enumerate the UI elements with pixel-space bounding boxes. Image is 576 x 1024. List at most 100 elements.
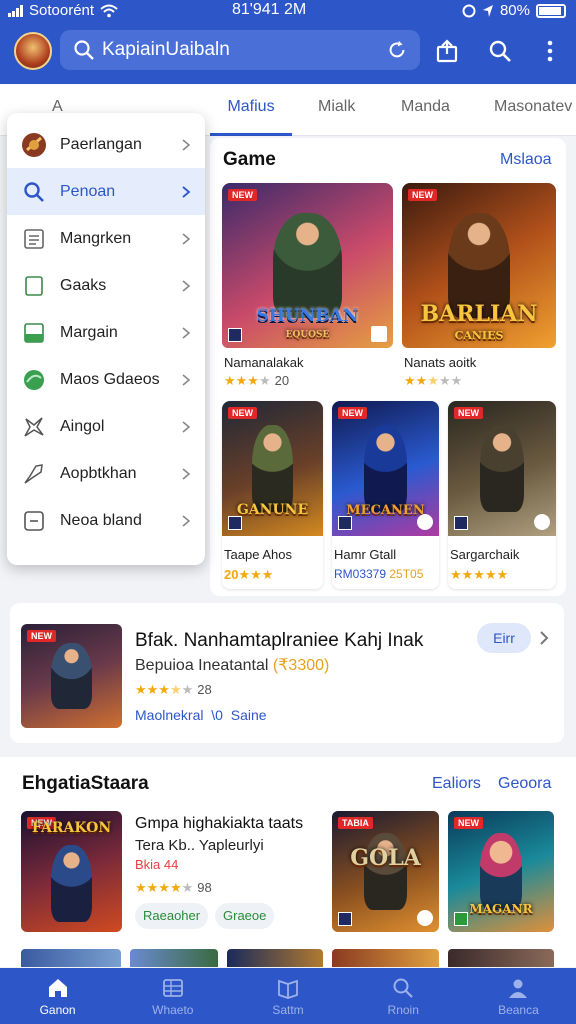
nav-profile[interactable]: Beanca bbox=[461, 968, 576, 1024]
nav-grid[interactable]: Whaeto bbox=[115, 968, 230, 1024]
game-art[interactable]: NEW FARAKON bbox=[21, 811, 122, 932]
platform-icon bbox=[338, 516, 352, 530]
menu-item-penoan[interactable]: Penoan bbox=[7, 168, 205, 215]
game-art: NEW bbox=[21, 624, 122, 728]
rating-score: 20 bbox=[274, 373, 290, 388]
battery-percent: 80% bbox=[499, 2, 530, 19]
menu-item-margain[interactable]: Margain bbox=[7, 309, 205, 356]
signal-icon bbox=[8, 4, 23, 17]
chip-button[interactable]: Raeaoher bbox=[135, 903, 209, 929]
game-subtitle: Tera Kb.. Yapleurlyi bbox=[135, 837, 264, 854]
see-more-link[interactable]: Mslaoa bbox=[500, 151, 552, 169]
menu-item-mangrken[interactable]: Mangrken bbox=[7, 215, 205, 262]
nav-search[interactable]: Rnoin bbox=[346, 968, 461, 1024]
tab-masonatev[interactable]: Masonatev bbox=[494, 84, 572, 136]
game-tile[interactable]: NEW MECANEN Hamr Gtall RM03379 25T05 bbox=[332, 401, 439, 589]
game-tile[interactable]: NEW SHUNBAN EQUOSE Namanalakak ★★★★ 20 bbox=[222, 183, 393, 391]
game-art[interactable]: NEW MAGANR bbox=[448, 811, 554, 932]
rating-score: 98 bbox=[197, 880, 212, 895]
profile-avatar-icon[interactable] bbox=[14, 32, 52, 70]
game-art-subtitle: EQUOSE bbox=[285, 329, 330, 340]
game-art-title: GANUNE bbox=[236, 502, 309, 519]
chevron-right-icon bbox=[182, 420, 191, 433]
chip-button[interactable]: Graeoe bbox=[215, 903, 275, 929]
app-bar: KapiainUaibaln bbox=[0, 22, 576, 84]
menu-item-maos-gdaeos[interactable]: Maos Gdaeos bbox=[7, 356, 205, 403]
game-name: Sargarchaik bbox=[450, 547, 520, 562]
menu-item-aopbtkhan[interactable]: Aopbtkhan bbox=[7, 450, 205, 497]
get-button[interactable]: Eirr bbox=[477, 623, 531, 653]
menu-item-gaaks[interactable]: Gaaks bbox=[7, 262, 205, 309]
menu-item-paerlangan[interactable]: Paerlangan bbox=[7, 121, 205, 168]
search-bar[interactable]: KapiainUaibaln bbox=[60, 30, 420, 70]
menu-item-neoa-bland[interactable]: Neoa bland bbox=[7, 497, 205, 544]
clock: 81'941 2M bbox=[232, 1, 307, 18]
rocket-icon bbox=[21, 461, 47, 487]
location-icon bbox=[482, 4, 493, 17]
new-badge: NEW bbox=[454, 817, 483, 829]
featured-game-card[interactable]: NEW Bfak. Nanhamtaplraniee Kahj Inak Bep… bbox=[10, 603, 564, 743]
game-art: NEW GANUNE bbox=[222, 401, 323, 536]
meta-right[interactable]: Saine bbox=[231, 707, 267, 723]
star-rating: ★★★★ 20 bbox=[224, 373, 290, 388]
game-tile[interactable]: NEW GANUNE Taape Ahos 20★★★ bbox=[222, 401, 323, 589]
character-figure bbox=[252, 425, 293, 512]
chevron-right-icon bbox=[182, 514, 191, 527]
game-tile[interactable]: NEW Sargarchaik ★★★★★ bbox=[448, 401, 556, 589]
menu-item-label: Aopbtkhan bbox=[60, 464, 137, 482]
character-figure bbox=[273, 212, 342, 319]
game-tile[interactable]: NEW BARLIAN CANIES Nanats aoitk ★★★★★ bbox=[402, 183, 556, 391]
tab-mafius[interactable]: Mafius bbox=[210, 84, 292, 136]
search-icon[interactable] bbox=[487, 38, 513, 64]
game-title[interactable]: Gmpa highakiakta taats bbox=[135, 815, 303, 833]
nav-book[interactable]: Sattm bbox=[230, 968, 345, 1024]
game-name: Namanalakak bbox=[224, 355, 304, 370]
game-price: 20 bbox=[224, 567, 239, 582]
game-art-partial[interactable] bbox=[130, 949, 218, 967]
game-art-partial[interactable] bbox=[21, 949, 121, 967]
menu-item-label: Maos Gdaeos bbox=[60, 370, 160, 388]
meta-left[interactable]: Maolnekral bbox=[135, 707, 203, 723]
tab-mialk[interactable]: Mialk bbox=[318, 84, 355, 136]
game-detail: Bkia 44 bbox=[135, 857, 179, 872]
age-rating-icon bbox=[417, 514, 433, 530]
chevron-right-icon bbox=[182, 232, 191, 245]
alarm-icon bbox=[462, 4, 476, 17]
new-badge: NEW bbox=[338, 407, 367, 419]
game-art-partial[interactable] bbox=[227, 949, 323, 967]
section-link-2[interactable]: Geoora bbox=[498, 775, 551, 793]
document-icon bbox=[21, 273, 47, 299]
nav-home[interactable]: Ganon bbox=[0, 968, 115, 1024]
person-icon bbox=[509, 979, 528, 998]
character-figure bbox=[51, 642, 92, 710]
menu-item-label: Neoa bland bbox=[60, 511, 142, 529]
more-vertical-icon[interactable] bbox=[537, 38, 563, 64]
search-input[interactable]: KapiainUaibaln bbox=[102, 39, 386, 61]
menu-item-aingol[interactable]: Aingol bbox=[7, 403, 205, 450]
home-icon bbox=[48, 979, 67, 997]
menu-item-label: Gaaks bbox=[60, 276, 107, 294]
game-art-partial[interactable] bbox=[448, 949, 554, 967]
section-title: Game bbox=[223, 149, 276, 170]
star-rating: ★★★★★ bbox=[450, 567, 509, 582]
nav-label: Sattm bbox=[272, 1003, 304, 1017]
game-art-partial[interactable] bbox=[332, 949, 439, 967]
new-badge: NEW bbox=[228, 407, 257, 419]
search-icon bbox=[393, 978, 413, 998]
platform-icon bbox=[338, 912, 352, 926]
tab-manda[interactable]: Manda bbox=[401, 84, 450, 136]
chevron-right-icon bbox=[182, 138, 191, 151]
platform-icon bbox=[454, 516, 468, 530]
game-art[interactable]: TABIA GOLA bbox=[332, 811, 439, 932]
chevron-right-icon[interactable] bbox=[538, 630, 550, 646]
chevron-right-icon bbox=[182, 279, 191, 292]
new-badge: NEW bbox=[27, 630, 56, 642]
grid-icon bbox=[162, 979, 183, 997]
featured-meta: Maolnekral \0 Saine bbox=[135, 707, 267, 723]
game-art: NEW MECANEN bbox=[332, 401, 439, 536]
share-icon[interactable] bbox=[434, 38, 460, 64]
refresh-icon[interactable] bbox=[386, 39, 408, 61]
globe-icon bbox=[21, 367, 47, 393]
menu-item-label: Aingol bbox=[60, 417, 105, 435]
section-link-1[interactable]: Ealiors bbox=[432, 775, 481, 793]
